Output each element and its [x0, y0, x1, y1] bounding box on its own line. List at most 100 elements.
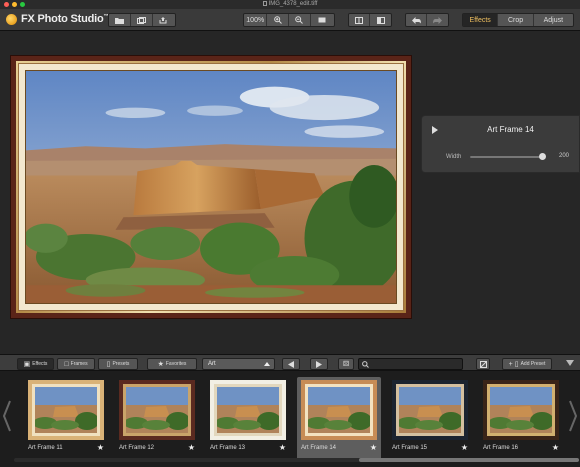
zoom-controls: 100% [243, 13, 335, 27]
effect-thumbnail[interactable]: Art Frame 14 ★ [297, 377, 381, 461]
fx-icon: ▣ [23, 360, 31, 368]
effect-thumbnail[interactable]: Art Frame 11 ★ [24, 377, 108, 461]
split-view-button[interactable] [370, 14, 391, 26]
previous-effect-button[interactable] [282, 358, 300, 370]
thumbnail-label: Art Frame 12 [119, 445, 155, 451]
triangle-right-icon [316, 360, 322, 368]
width-value: 200 [558, 153, 569, 159]
favorite-star-icon[interactable]: ★ [370, 443, 377, 452]
open-button[interactable] [109, 14, 132, 26]
effect-thumbnail[interactable]: Art Frame 16 ★ [479, 377, 563, 461]
title-bar: IMG_4378_edit.tiff [0, 0, 580, 9]
thumbnail-label: Art Frame 16 [483, 445, 519, 451]
edited-photo [25, 70, 397, 304]
effect-thumbnail-strip: Art Frame 11 ★ Art Frame 12 ★ Art Frame 13 ★ A… [0, 371, 580, 467]
add-preset-button[interactable]: + ▯ Add Preset [502, 358, 552, 370]
hide-effect-button[interactable] [476, 358, 490, 370]
effect-search[interactable] [358, 358, 463, 370]
landscape-photo-image [26, 71, 396, 303]
dice-icon: ⚄ [342, 360, 350, 368]
effect-browser-bar: ▣ Effects □ Frames ▯ Presets ★ Favorites… [0, 354, 580, 371]
window-title: IMG_4378_edit.tiff [0, 0, 580, 9]
redo-icon [433, 16, 442, 24]
app-logo: FX Photo Studio™ [6, 13, 109, 25]
frame-icon: □ [64, 360, 69, 368]
favorite-star-icon[interactable]: ★ [552, 443, 559, 452]
search-icon [362, 361, 369, 368]
browse-button[interactable] [131, 14, 153, 26]
fx-logo-icon [6, 13, 17, 25]
redo-button[interactable] [427, 14, 448, 26]
compare-controls [348, 13, 392, 27]
tab-adjust[interactable]: Adjust [533, 14, 573, 26]
zoom-in-button[interactable] [267, 14, 290, 26]
hide-icon [479, 360, 487, 368]
favorites-button[interactable]: ★ Favorites [147, 358, 197, 370]
undo-button[interactable] [406, 14, 428, 26]
thumbnail-landscape-image [126, 387, 188, 433]
mode-tabs: Effects Crop Adjust [462, 13, 574, 27]
thumbnail-landscape-image [217, 387, 279, 433]
zoom-level[interactable]: 100% [244, 14, 268, 26]
chevron-left-icon[interactable] [2, 399, 12, 433]
tab-browser-presets[interactable]: ▯ Presets [98, 358, 138, 370]
search-input[interactable] [371, 359, 461, 369]
chevron-right-icon[interactable] [568, 399, 578, 433]
zoom-in-icon [273, 16, 282, 24]
history-controls [405, 13, 449, 27]
split-view-icon [376, 16, 385, 24]
file-actions [108, 13, 176, 27]
art-frame [10, 55, 412, 319]
scrollbar-thumb[interactable] [359, 458, 579, 462]
effect-thumbnail[interactable]: Art Frame 15 ★ [388, 377, 472, 461]
favorite-star-icon[interactable]: ★ [461, 443, 468, 452]
thumbnail-landscape-image [399, 387, 461, 433]
category-select[interactable]: Art [202, 358, 275, 370]
tab-crop[interactable]: Crop [498, 14, 534, 26]
photos-icon [137, 16, 146, 24]
width-slider-fill [470, 156, 543, 158]
favorite-star-icon[interactable]: ★ [97, 443, 104, 452]
folder-icon: ▯ [514, 360, 519, 368]
thumbnail-landscape-image [308, 387, 370, 433]
width-slider-knob[interactable] [539, 153, 547, 160]
random-effect-button[interactable]: ⚄ [338, 358, 354, 370]
favorite-star-icon[interactable]: ★ [279, 443, 286, 452]
tab-browser-effects[interactable]: ▣ Effects [17, 358, 54, 370]
image-canvas[interactable]: Art Frame 14 Width 200 [0, 31, 580, 354]
compare-button[interactable] [349, 14, 371, 26]
effect-title: Art Frame 14 [487, 125, 534, 134]
folder-icon [115, 17, 125, 24]
thumbnail-preview [210, 380, 286, 440]
effect-thumbnail[interactable]: Art Frame 13 ★ [206, 377, 290, 461]
effect-thumbnail[interactable]: Art Frame 12 ★ [115, 377, 199, 461]
favorite-star-icon[interactable]: ★ [188, 443, 195, 452]
horizontal-scrollbar[interactable] [14, 458, 579, 462]
app-name: FX Photo Studio [21, 13, 104, 25]
width-label: Width [446, 154, 462, 160]
next-effect-button[interactable] [310, 358, 328, 370]
compare-icon [355, 16, 363, 24]
tab-effects[interactable]: Effects [463, 14, 499, 26]
caret-up-icon [264, 362, 270, 366]
zoom-out-button[interactable] [289, 14, 311, 26]
thumbnail-label: Art Frame 15 [392, 445, 428, 451]
play-icon[interactable] [432, 126, 438, 134]
effect-settings-panel: Art Frame 14 Width 200 [421, 115, 580, 173]
undo-icon [411, 16, 421, 24]
fit-to-window-button[interactable] [310, 14, 334, 26]
thumbnail-preview [119, 380, 195, 440]
thumbnail-preview [483, 380, 559, 440]
share-button[interactable] [152, 14, 175, 26]
tab-browser-frames[interactable]: □ Frames [57, 358, 95, 370]
thumbnail-label: Art Frame 13 [210, 445, 246, 451]
collapse-browser-icon[interactable] [566, 360, 574, 366]
thumbnail-label: Art Frame 11 [28, 445, 63, 451]
thumbnail-mat [32, 384, 100, 436]
fit-icon [318, 17, 326, 23]
thumbnail-mat [396, 384, 464, 436]
star-icon: ★ [157, 360, 164, 368]
thumbnail-mat [305, 384, 373, 436]
thumbnail-mat [214, 384, 282, 436]
width-slider[interactable] [470, 153, 547, 160]
